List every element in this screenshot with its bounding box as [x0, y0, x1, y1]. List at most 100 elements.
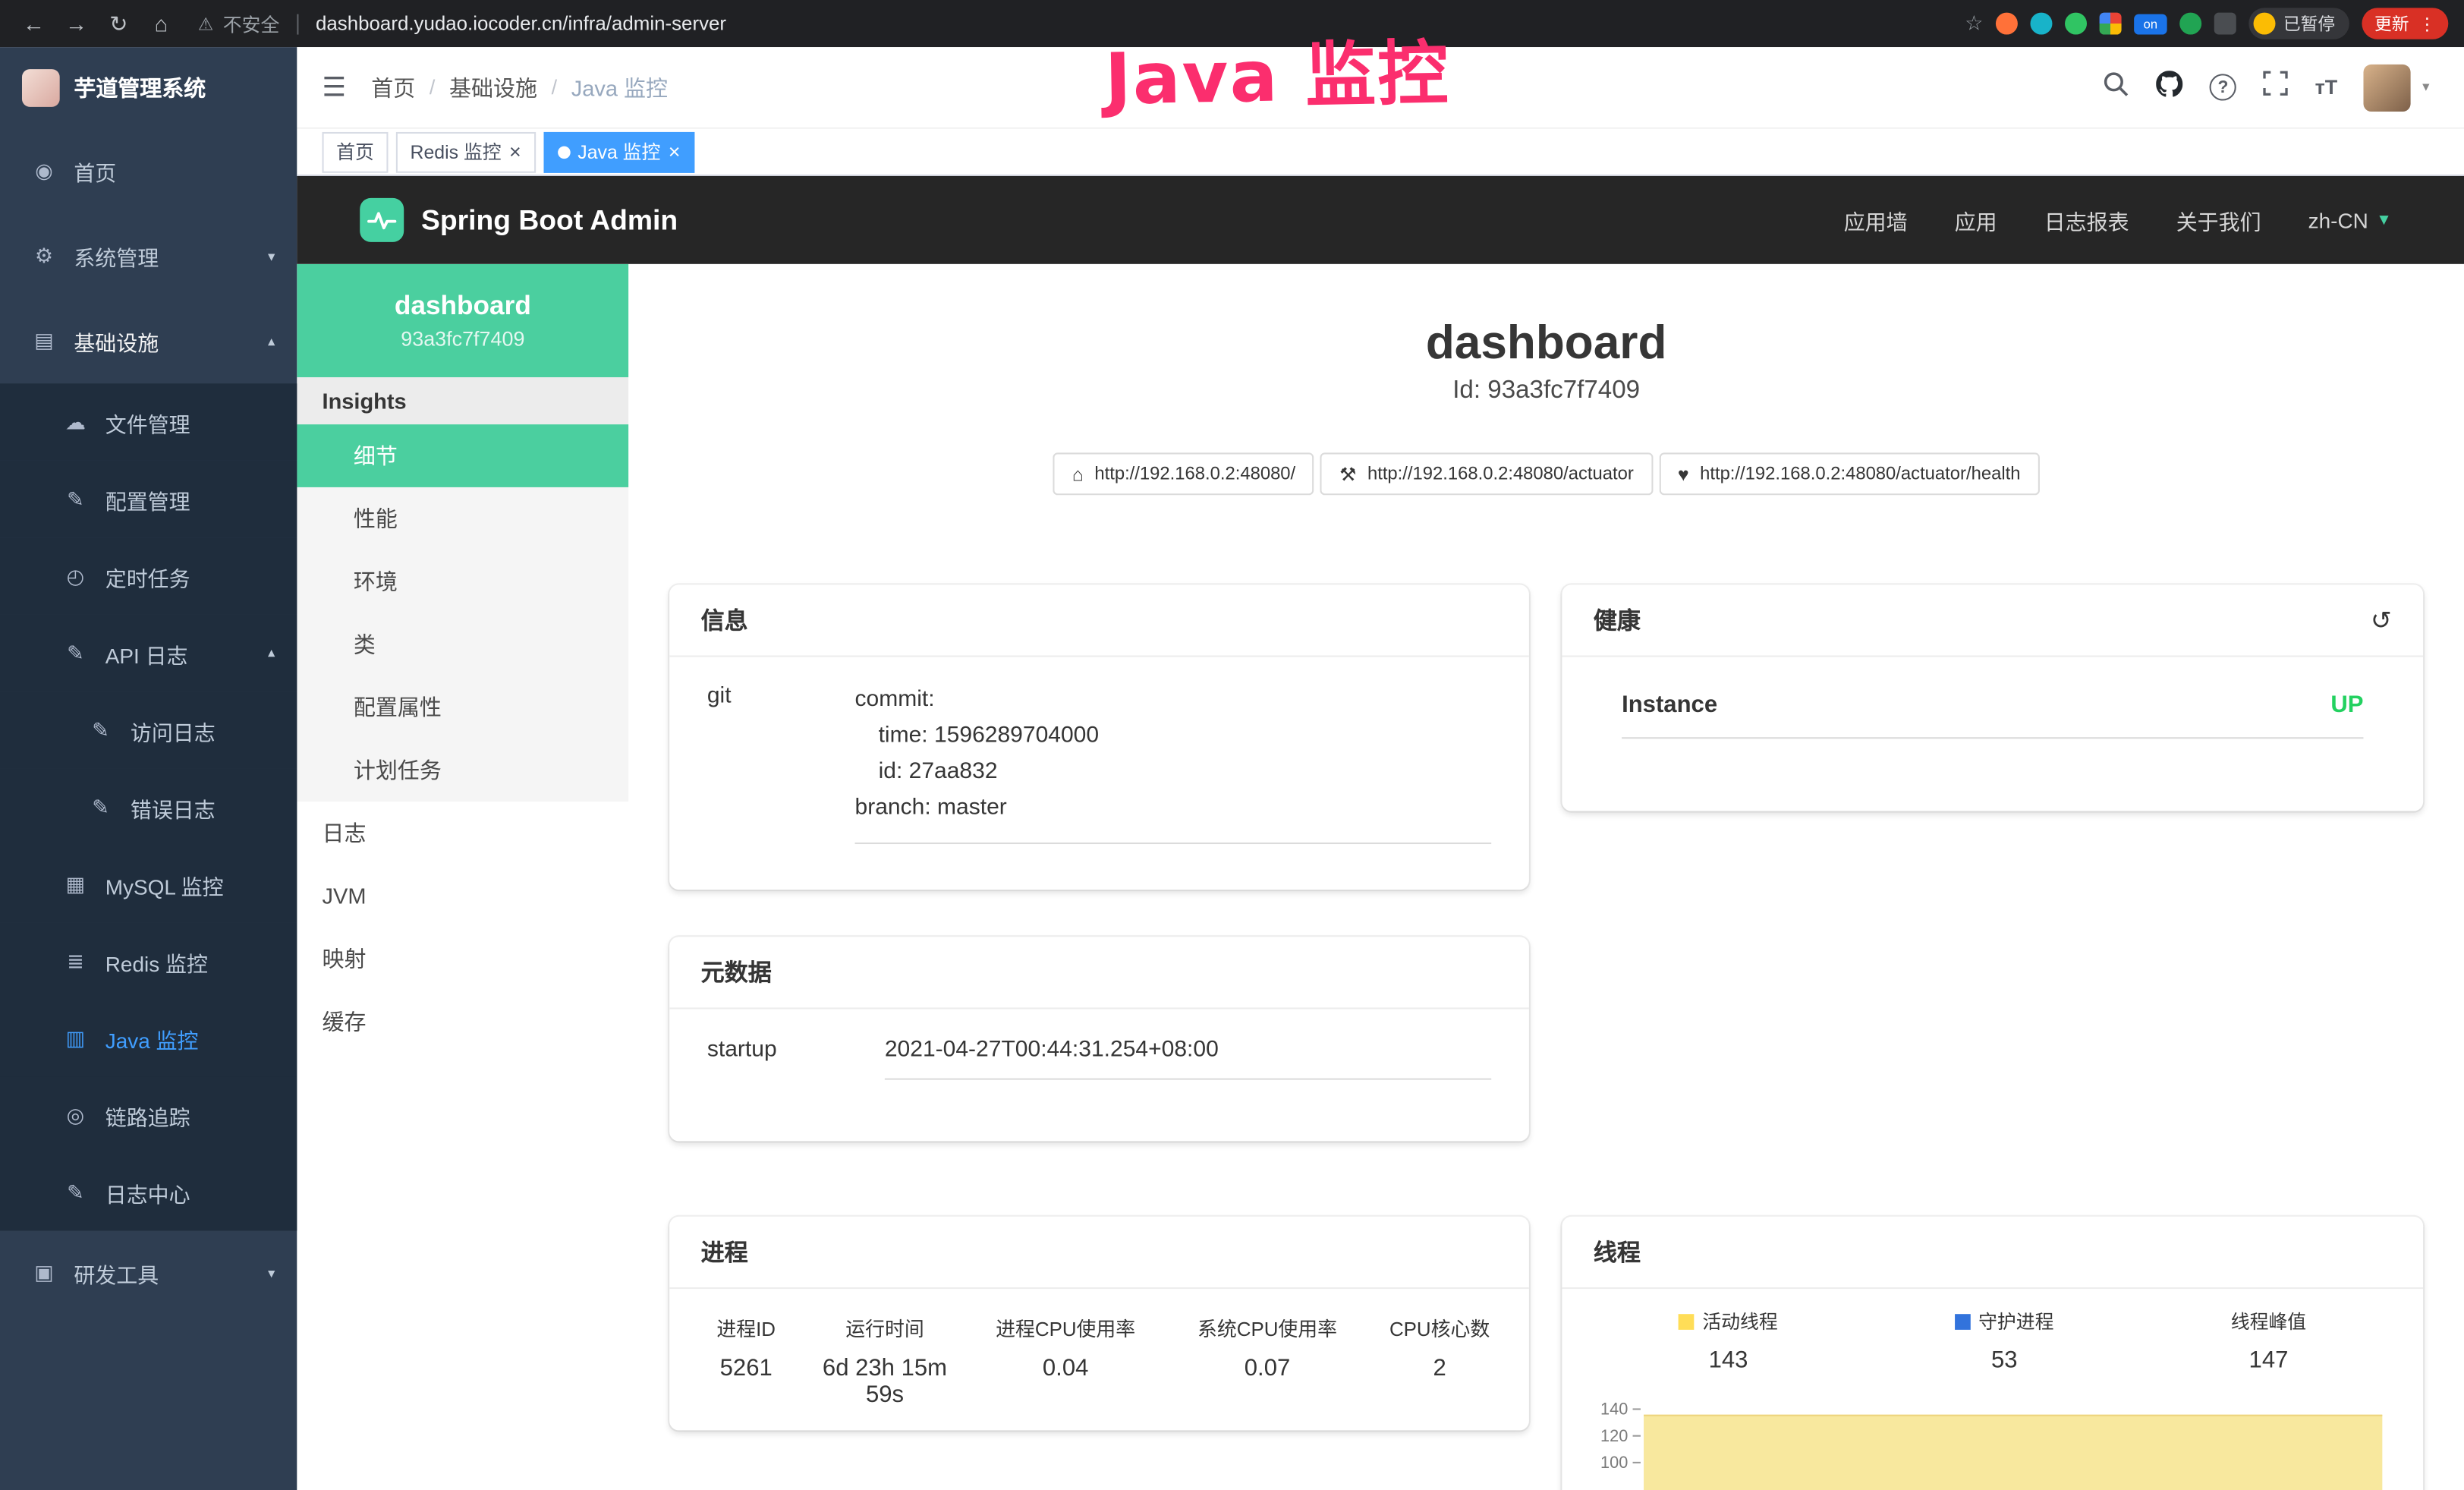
header-tools: ? тT ▾	[2103, 64, 2429, 111]
legend-label: 守护进程	[1978, 1308, 2053, 1334]
font-size-icon[interactable]: тT	[2315, 75, 2338, 99]
sidebar-item-config-management[interactable]: ✎ 配置管理	[0, 461, 297, 537]
process-header-system-cpu: 系统CPU使用率	[1175, 1302, 1360, 1346]
breadcrumb-separator: /	[552, 75, 558, 99]
breadcrumb-home[interactable]: 首页	[371, 71, 415, 102]
sba-nav-applications[interactable]: 应用	[1955, 204, 1997, 235]
sba-item-environment[interactable]: 环境	[297, 550, 628, 613]
status-badge: UP	[2330, 691, 2363, 718]
sidebar-item-access-logs[interactable]: ✎ 访问日志	[0, 691, 297, 768]
sidebar-item-label: 日志中心	[105, 1177, 190, 1208]
sba-nav-about[interactable]: 关于我们	[2176, 204, 2261, 235]
browser-menu-icon[interactable]: ⋮	[2418, 14, 2436, 34]
sba-item-logs[interactable]: 日志	[297, 802, 628, 865]
sba-brand-label: Spring Boot Admin	[421, 203, 678, 236]
sidebar-item-error-logs[interactable]: ✎ 错误日志	[0, 769, 297, 846]
sba-item-details[interactable]: 细节	[297, 424, 628, 487]
sba-locale-select[interactable]: zh-CN ▼	[2308, 208, 2392, 232]
sba-item-mappings[interactable]: 映射	[297, 928, 628, 991]
close-icon[interactable]: ×	[509, 141, 521, 162]
breadcrumb-infrastructure[interactable]: 基础设施	[449, 71, 537, 102]
sba-item-scheduled-tasks[interactable]: 计划任务	[297, 739, 628, 802]
sba-item-config-props[interactable]: 配置属性	[297, 676, 628, 739]
extension-icon-orange[interactable]	[1996, 13, 2018, 35]
wrench-icon: ⚒	[1339, 463, 1356, 485]
app-logo-row[interactable]: 芋道管理系统	[0, 47, 297, 129]
history-icon[interactable]: ↺	[2371, 604, 2392, 635]
address-bar[interactable]: ⚠ 不安全 dashboard.yudao.iocoder.cn/infra/a…	[198, 10, 1959, 36]
browser-toolbar-right: ☆ on 已暂停 更新 ⋮	[1965, 8, 2448, 39]
bookmark-star-icon[interactable]: ☆	[1965, 11, 1983, 36]
browser-update-button[interactable]: 更新 ⋮	[2362, 8, 2448, 39]
process-value-cpus: 2	[1360, 1346, 1519, 1418]
edit-icon: ✎	[63, 487, 88, 512]
sidebar-item-redis-monitor[interactable]: ≣ Redis 监控	[0, 923, 297, 1000]
sba-item-caches[interactable]: 缓存	[297, 991, 628, 1054]
reload-icon[interactable]: ↻	[101, 10, 137, 36]
sidebar-item-dev-tools[interactable]: ▣ 研发工具 ▾	[0, 1230, 297, 1315]
sidebar-item-scheduled-jobs[interactable]: ◴ 定时任务	[0, 537, 297, 614]
sidebar-item-label: 错误日志	[131, 792, 216, 823]
legend-square-blue-icon	[1955, 1313, 1971, 1329]
extension-icon-leaf[interactable]	[2179, 13, 2201, 35]
instance-url-button[interactable]: ⌂ http://192.168.0.2:48080/	[1053, 452, 1314, 495]
extension-icon-teal[interactable]	[2030, 13, 2052, 35]
actuator-url-button[interactable]: ⚒ http://192.168.0.2:48080/actuator	[1320, 452, 1652, 495]
toolbox-icon: ▣	[31, 1261, 56, 1286]
stack-icon: ≣	[63, 949, 88, 974]
tab-home[interactable]: 首页	[323, 131, 389, 172]
sba-nav-links: 应用墙 应用 日志报表 关于我们 zh-CN ▼	[1844, 204, 2392, 235]
process-header-process-cpu: 进程CPU使用率	[956, 1302, 1175, 1346]
sidebar-item-log-center[interactable]: ✎ 日志中心	[0, 1154, 297, 1230]
threads-card: 线程 活动线程 143	[1562, 1217, 2423, 1490]
legend-value: 53	[1955, 1347, 2053, 1374]
sba-sidebar: dashboard 93a3fc7f7409 Insights 细节 性能 环境…	[297, 264, 628, 1490]
sidebar-item-java-monitor[interactable]: ▥ Java 监控	[0, 1000, 297, 1076]
browser-home-icon[interactable]: ⌂	[143, 11, 179, 36]
sidebar-item-trace[interactable]: ◎ 链路追踪	[0, 1076, 297, 1153]
sidebar-item-system-management[interactable]: ⚙ 系统管理 ▾	[0, 214, 297, 299]
extensions-puzzle-icon[interactable]	[2214, 13, 2236, 35]
process-value-pid: 5261	[679, 1346, 813, 1418]
sba-instance-header[interactable]: dashboard 93a3fc7f7409	[297, 264, 628, 377]
sba-nav-wallboard[interactable]: 应用墙	[1844, 204, 1908, 235]
sba-main-content: dashboard Id: 93a3fc7f7409 ⌂ http://192.…	[628, 264, 2464, 1490]
metadata-card-title: 元数据	[701, 956, 772, 988]
sba-nav-journal[interactable]: 日志报表	[2044, 204, 2129, 235]
github-icon[interactable]	[2156, 70, 2182, 105]
forward-icon[interactable]: →	[58, 11, 95, 36]
extension-icon-on-badge[interactable]: on	[2134, 14, 2167, 34]
cloud-icon: ☁	[63, 409, 88, 434]
close-icon[interactable]: ×	[669, 141, 681, 162]
extension-icon-grid[interactable]	[2100, 13, 2122, 35]
sba-item-classes[interactable]: 类	[297, 613, 628, 676]
threads-card-title: 线程	[1594, 1236, 1641, 1268]
health-instance-row[interactable]: Instance UP	[1622, 691, 2363, 739]
extension-icon-green[interactable]	[2065, 13, 2087, 35]
instance-url: http://192.168.0.2:48080/	[1094, 465, 1295, 484]
hamburger-icon[interactable]: ☰	[323, 71, 347, 102]
tab-label: Java 监控	[577, 138, 660, 165]
breadcrumb: 首页 / 基础设施 / Java 监控	[371, 71, 668, 102]
process-card-title: 进程	[701, 1236, 748, 1268]
tab-redis-monitor[interactable]: Redis 监控 ×	[396, 131, 535, 172]
health-url-button[interactable]: ♥ http://192.168.0.2:48080/actuator/heal…	[1659, 452, 2039, 495]
sidebar-item-mysql-monitor[interactable]: ▦ MySQL 监控	[0, 846, 297, 922]
back-icon[interactable]: ←	[16, 11, 52, 36]
search-icon[interactable]	[2103, 70, 2129, 105]
sba-item-metrics[interactable]: 性能	[297, 487, 628, 550]
tab-java-monitor[interactable]: Java 监控 ×	[543, 131, 694, 172]
sba-item-jvm[interactable]: JVM	[297, 865, 628, 928]
sidebar-item-home[interactable]: ◉ 首页	[0, 129, 297, 214]
info-row-label: git	[707, 682, 855, 844]
sidebar-item-api-logs[interactable]: ✎ API 日志 ▴	[0, 615, 297, 691]
profile-paused-badge[interactable]: 已暂停	[2248, 8, 2349, 39]
sba-brand[interactable]: Spring Boot Admin	[360, 198, 678, 242]
info-card: 信息 git commit: time: 1596289704000 id: 2…	[669, 584, 1529, 890]
sidebar-item-infrastructure[interactable]: ▤ 基础设施 ▴	[0, 298, 297, 383]
sidebar-item-file-management[interactable]: ☁ 文件管理	[0, 383, 297, 460]
sba-navbar: Spring Boot Admin 应用墙 应用 日志报表 关于我们 zh-CN…	[297, 176, 2464, 264]
user-avatar[interactable]	[2364, 64, 2411, 111]
help-icon[interactable]: ?	[2210, 74, 2236, 100]
fullscreen-icon[interactable]	[2263, 71, 2288, 103]
